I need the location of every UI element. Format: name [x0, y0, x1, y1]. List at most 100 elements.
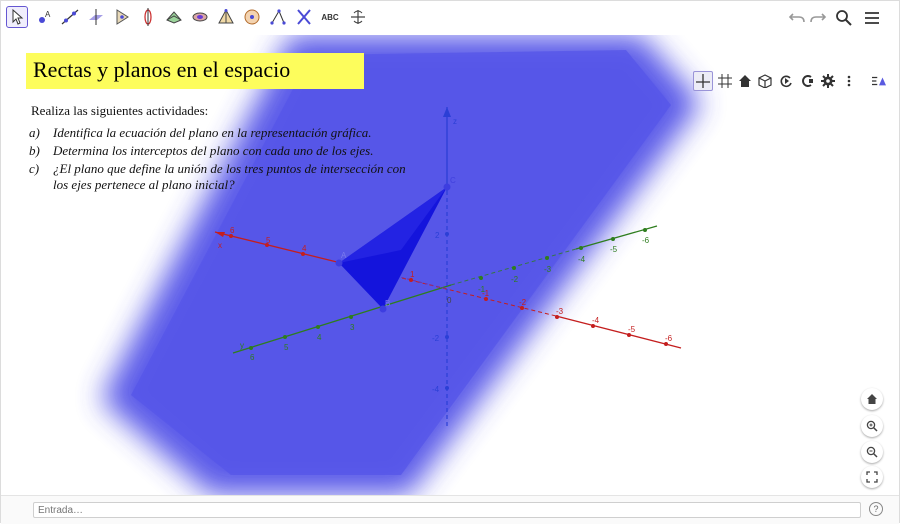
x-tick-label: -2	[519, 298, 527, 307]
standard-view-zoom-button[interactable]	[861, 388, 883, 410]
x-tick-label: -4	[592, 316, 600, 325]
line-icon	[61, 9, 79, 25]
net-tool-button[interactable]	[189, 6, 211, 28]
intersect-icon	[116, 9, 129, 25]
play-rotate-icon	[780, 75, 792, 88]
text-tool-button[interactable]: ABC	[319, 6, 341, 28]
grid-icon	[718, 74, 732, 88]
x-axis-line-neg	[555, 315, 682, 349]
z-axis-label: z	[453, 117, 457, 126]
z-tick-dot	[445, 386, 449, 390]
y-tick-label: -1	[478, 285, 486, 294]
z-tick-label: -2	[432, 334, 440, 343]
y-tick-dot	[316, 325, 320, 329]
pyramid-icon	[166, 11, 182, 24]
rotate-view-button[interactable]	[776, 71, 796, 91]
x-tick-label: 4	[302, 244, 307, 253]
search-icon[interactable]	[835, 9, 853, 27]
y-tick-dot	[643, 228, 647, 232]
svg-text:A: A	[45, 10, 51, 19]
clipping-button[interactable]	[755, 71, 775, 91]
activity-text: ¿El plano que define la unión de los tre…	[53, 161, 406, 176]
move-icon	[12, 8, 24, 25]
graphics-view-3d[interactable]: C A B x y z 6 5 4 1 -1 -2 -3 -4 -5 -6 6 …	[1, 35, 899, 495]
projection-button[interactable]	[797, 71, 817, 91]
activity-letter: c)	[29, 161, 40, 176]
y-tick-dot	[283, 335, 287, 339]
y-tick-dot	[349, 315, 353, 319]
gear-icon	[821, 74, 835, 88]
x-axis-label: x	[218, 241, 222, 250]
reflect-icon	[297, 9, 311, 25]
settings-button[interactable]	[818, 71, 838, 91]
title-box: Rectas y planos en el espacio	[26, 53, 364, 89]
menu-icon[interactable]	[863, 9, 881, 27]
activity-letter: b)	[29, 143, 40, 158]
undo-icon[interactable]	[788, 9, 806, 27]
circle-axis-icon	[244, 9, 260, 25]
view-menu-icon	[872, 76, 886, 86]
rotate-tool-button[interactable]	[137, 6, 159, 28]
more-options-button[interactable]	[839, 71, 859, 91]
more-vert-icon	[847, 75, 851, 87]
geogebra-window: A ABC C A B x y z 6 5 4 1 -1 -2 -3 -4 -5…	[0, 0, 900, 524]
y-tick-dot	[512, 266, 516, 270]
line-tool-button[interactable]	[59, 6, 81, 28]
input-bar: ?	[1, 495, 899, 524]
x-tick-label: -6	[665, 334, 673, 343]
point-a-label: A	[341, 251, 347, 260]
pyramid-tool-button[interactable]	[163, 6, 185, 28]
toolbar: A ABC	[1, 1, 899, 36]
z-tick-dot	[445, 232, 449, 236]
move-tool-button[interactable]	[6, 6, 28, 28]
angle-tool-button[interactable]	[267, 6, 289, 28]
help-button[interactable]: ?	[869, 502, 883, 516]
y-tick-dot	[249, 346, 253, 350]
reflect-tool-button[interactable]	[293, 6, 315, 28]
intersect-tool-button[interactable]	[111, 6, 133, 28]
y-tick-label: 5	[284, 343, 289, 352]
home-icon	[867, 394, 877, 404]
point-icon: A	[39, 10, 51, 23]
point-tool-button[interactable]: A	[33, 6, 55, 28]
angle-icon	[270, 9, 286, 25]
x-tick-label: 1	[410, 270, 415, 279]
activity-text: los ejes pertenece al plano inicial?	[53, 177, 235, 192]
x-tick-label: 5	[266, 236, 271, 245]
view-menu-button[interactable]	[869, 71, 889, 91]
y-tick-label: -3	[544, 265, 552, 274]
x-tick-label: -3	[556, 307, 564, 316]
origin-label: 0	[447, 296, 452, 305]
point-a[interactable]	[335, 259, 343, 267]
x-tick-label: -5	[628, 325, 636, 334]
sphere-tool-button[interactable]	[215, 6, 237, 28]
net-icon	[192, 12, 208, 22]
circle-axis-tool-button[interactable]	[241, 6, 263, 28]
zoom-in-icon	[866, 420, 878, 432]
redo-icon[interactable]	[809, 9, 827, 27]
fullscreen-button[interactable]	[861, 466, 883, 488]
rotate-icon	[144, 8, 152, 26]
y-tick-dot	[545, 256, 549, 260]
projection-icon	[802, 75, 813, 87]
text-icon: ABC	[321, 12, 339, 22]
zoom-in-button[interactable]	[861, 415, 883, 437]
rotate-view-tool-button[interactable]	[347, 6, 369, 28]
y-tick-label: 4	[317, 333, 322, 342]
cube-icon	[758, 74, 772, 88]
instructions-text: Realiza las siguientes actividades:	[31, 103, 209, 118]
fullscreen-icon	[866, 471, 878, 483]
zoom-out-button[interactable]	[861, 441, 883, 463]
axes-toggle-button[interactable]	[693, 71, 713, 91]
algebra-input[interactable]	[33, 502, 861, 518]
activity-letter: a)	[29, 125, 40, 140]
home-icon	[739, 75, 751, 87]
grid-toggle-button[interactable]	[715, 71, 735, 91]
activity-text: Determina los interceptos del plano con …	[53, 143, 374, 158]
axes-icon	[696, 74, 710, 88]
y-tick-label: 6	[250, 353, 255, 362]
perpendicular-plane-tool-button[interactable]	[85, 6, 107, 28]
activity-text: Identifica la ecuación del plano en la r…	[53, 125, 372, 140]
standard-view-button[interactable]	[735, 71, 755, 91]
y-tick-dot	[579, 246, 583, 250]
